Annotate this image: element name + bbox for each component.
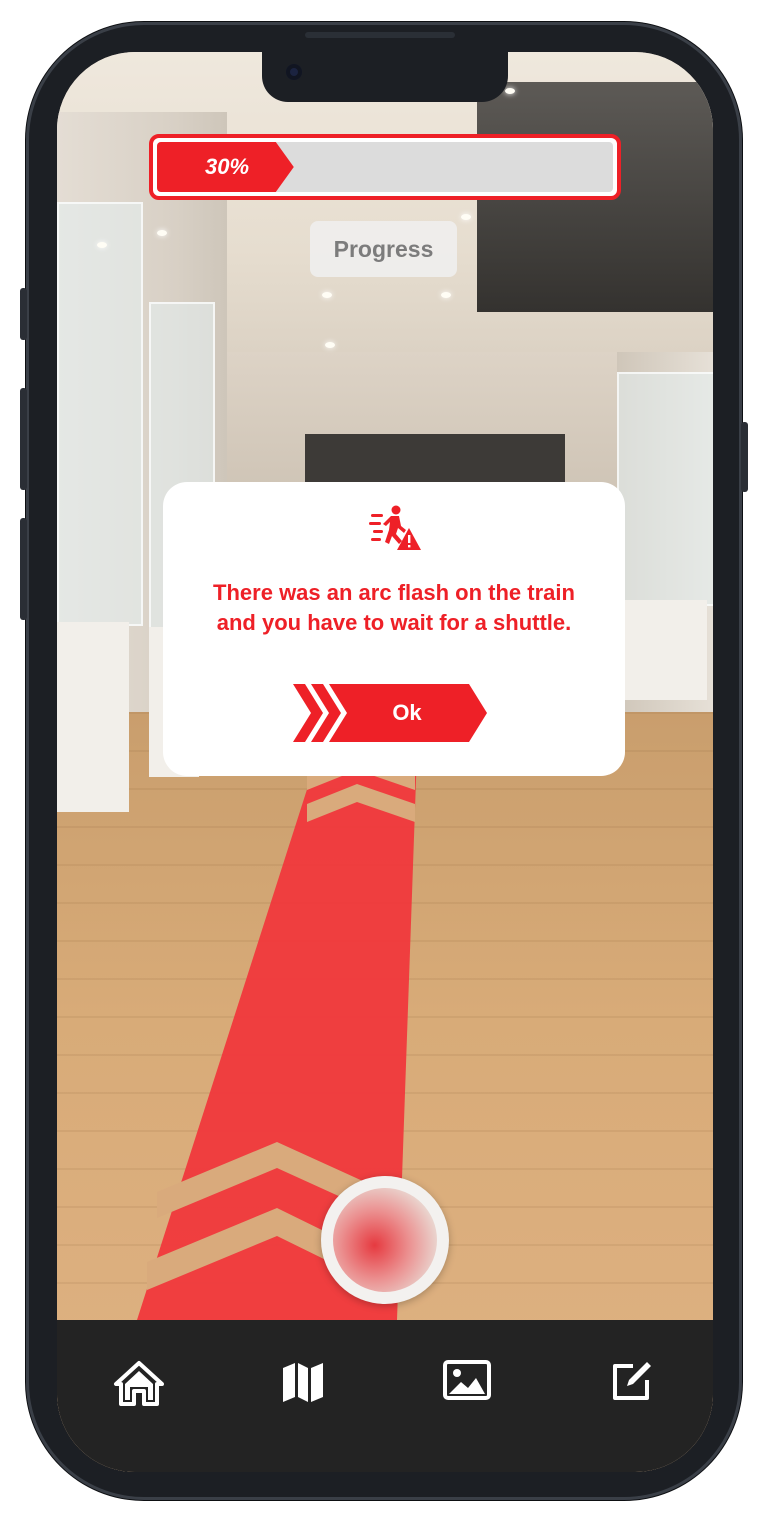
edit-icon <box>613 1362 651 1400</box>
phone-screen: 30% Progress There was an arc flash on t… <box>57 52 713 1472</box>
nav-map[interactable] <box>273 1360 333 1416</box>
volume-down-button <box>20 518 27 620</box>
nav-gallery[interactable] <box>437 1360 497 1416</box>
ok-button-label: Ok <box>392 700 422 725</box>
home-icon <box>114 1361 164 1406</box>
power-button <box>741 422 748 492</box>
progress-value: 30% <box>204 154 250 179</box>
alert-dialog: There was an arc flash on the train and … <box>163 482 625 776</box>
front-camera <box>286 64 302 80</box>
capture-button[interactable] <box>321 1176 449 1304</box>
ok-button[interactable]: Ok <box>293 684 487 742</box>
nav-notes[interactable] <box>601 1360 661 1416</box>
person-running-warning-icon <box>369 505 421 550</box>
image-icon <box>443 1360 491 1400</box>
capture-button-inner <box>333 1188 437 1292</box>
earpiece-speaker <box>305 32 455 38</box>
bottom-nav-bar <box>57 1320 713 1472</box>
volume-up-button <box>20 388 27 490</box>
progress-track: 30% <box>157 142 613 192</box>
mute-switch <box>20 288 27 340</box>
dialog-message: There was an arc flash on the train and … <box>213 580 575 635</box>
progress-bar: 30% <box>149 134 621 200</box>
nav-home[interactable] <box>109 1360 169 1416</box>
map-icon <box>283 1363 323 1402</box>
progress-label: Progress <box>310 221 457 277</box>
